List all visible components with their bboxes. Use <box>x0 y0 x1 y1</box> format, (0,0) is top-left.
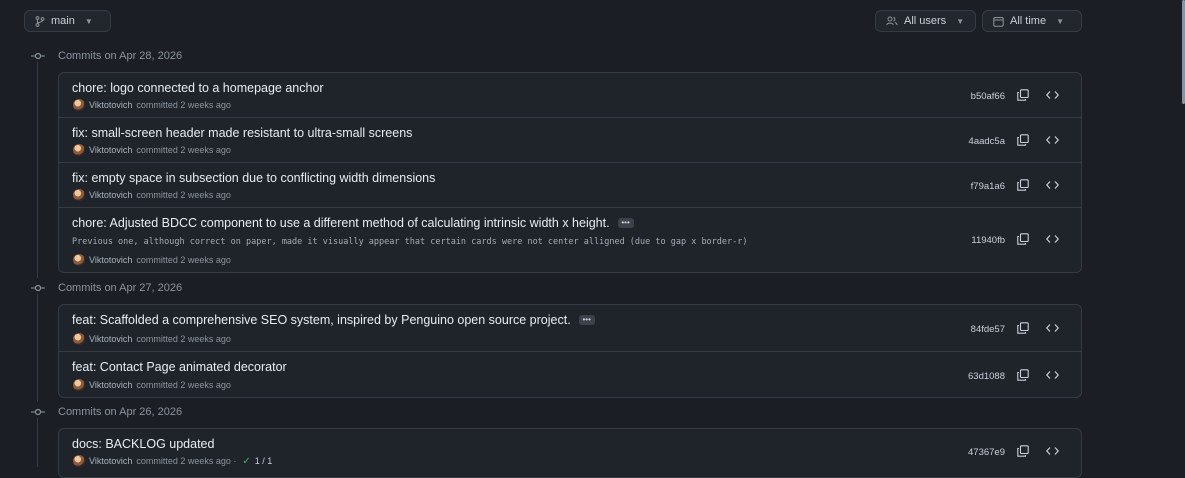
copy-icon[interactable] <box>1013 365 1033 385</box>
commit-sha-link[interactable]: b50af66 <box>971 91 1005 102</box>
timeline-connector <box>37 62 38 278</box>
code-icon[interactable] <box>1042 85 1062 105</box>
commit-title-link[interactable]: chore: Adjusted BDCC component to use a … <box>72 216 610 230</box>
commit-meta: Viktotovich committed 2 weeks ago <box>73 144 231 156</box>
commit-sha-link[interactable]: 4aadc5a <box>969 136 1005 147</box>
timeline-connector <box>37 294 38 402</box>
chevron-down-icon: ▼ <box>956 16 965 26</box>
code-icon[interactable] <box>1042 365 1062 385</box>
copy-icon[interactable] <box>1013 175 1033 195</box>
copy-icon[interactable] <box>1013 130 1033 150</box>
commit-row[interactable]: feat: Scaffolded a comprehensive SEO sys… <box>59 305 1081 352</box>
git-commit-icon <box>30 282 46 294</box>
commit-sha-link[interactable]: 11940fb <box>971 235 1005 246</box>
avatar[interactable] <box>73 189 85 201</box>
commit-sha-link[interactable]: 63d1088 <box>968 371 1005 382</box>
commit-author-link[interactable]: Viktotovich <box>89 334 132 344</box>
expand-description-button[interactable]: ••• <box>578 315 595 325</box>
code-icon[interactable] <box>1042 130 1062 150</box>
commit-row[interactable]: chore: Adjusted BDCC component to use a … <box>59 208 1081 272</box>
users-filter-label: All users <box>904 15 947 27</box>
commit-sha-link[interactable]: f79a1a6 <box>971 181 1005 192</box>
commit-list: chore: logo connected to a homepage anch… <box>58 72 1082 273</box>
commit-meta: Viktotovich committed 2 weeks ago <box>73 189 231 201</box>
code-icon[interactable] <box>1042 229 1062 249</box>
commit-time: committed 2 weeks ago <box>136 334 231 344</box>
commit-title-link[interactable]: fix: small-screen header made resistant … <box>72 126 412 140</box>
avatar[interactable] <box>73 99 85 111</box>
commit-group-date: Commits on Apr 26, 2026 <box>58 406 183 418</box>
branch-selector-button[interactable]: main ▼ <box>24 10 111 32</box>
commit-time: committed 2 weeks ago <box>136 100 231 110</box>
commit-time: committed 2 weeks ago <box>136 145 231 155</box>
commits-toolbar: main ▼ All users ▼ All time ▼ <box>0 0 1185 44</box>
commit-meta: Viktotovich committed 2 weeks ago · ✓ 1 … <box>73 455 272 467</box>
branch-label: main <box>51 15 75 27</box>
copy-icon[interactable] <box>1013 441 1033 461</box>
commit-group-header: Commits on Apr 27, 2026 <box>30 282 182 294</box>
commit-meta: Viktotovich committed 2 weeks ago <box>73 333 231 345</box>
code-icon[interactable] <box>1042 441 1062 461</box>
commit-sha-link[interactable]: 84fde57 <box>971 324 1005 335</box>
commit-author-link[interactable]: Viktotovich <box>89 100 132 110</box>
copy-icon[interactable] <box>1013 229 1033 249</box>
commit-row[interactable]: fix: small-screen header made resistant … <box>59 118 1081 163</box>
users-filter-button[interactable]: All users ▼ <box>875 10 976 32</box>
commit-title-link[interactable]: feat: Contact Page animated decorator <box>72 360 287 374</box>
time-filter-button[interactable]: All time ▼ <box>982 10 1082 32</box>
avatar[interactable] <box>73 333 85 345</box>
avatar[interactable] <box>73 144 85 156</box>
commit-group-date: Commits on Apr 27, 2026 <box>58 282 183 294</box>
calendar-icon <box>993 16 1004 27</box>
chevron-down-icon: ▼ <box>1056 16 1064 26</box>
chevron-down-icon: ▼ <box>84 16 93 26</box>
code-icon[interactable] <box>1042 175 1062 195</box>
copy-icon[interactable] <box>1013 318 1033 338</box>
time-filter-label: All time <box>1010 15 1047 27</box>
git-commit-icon <box>30 50 46 62</box>
commit-title-link[interactable]: docs: BACKLOG updated <box>72 437 214 451</box>
commit-author-link[interactable]: Viktotovich <box>89 255 132 265</box>
avatar[interactable] <box>73 455 85 467</box>
commit-description: Previous one, although correct on paper,… <box>72 237 748 247</box>
commit-sha-link[interactable]: 47367e9 <box>968 447 1005 458</box>
commit-time: committed 2 weeks ago <box>136 255 231 265</box>
commit-meta: Viktotovich committed 2 weeks ago <box>73 254 231 266</box>
commit-row[interactable]: docs: BACKLOG updated Viktotovich commit… <box>59 429 1081 477</box>
commit-list: docs: BACKLOG updated Viktotovich commit… <box>58 428 1082 478</box>
commit-group-header: Commits on Apr 26, 2026 <box>30 406 182 418</box>
commit-author-link[interactable]: Viktotovich <box>89 456 132 466</box>
avatar[interactable] <box>73 254 85 266</box>
commit-time: committed 2 weeks ago <box>136 380 231 390</box>
copy-icon[interactable] <box>1013 85 1033 105</box>
commit-group-header: Commits on Apr 28, 2026 <box>30 50 182 62</box>
git-branch-icon <box>35 15 45 27</box>
commit-meta: Viktotovich committed 2 weeks ago <box>73 99 231 111</box>
expand-description-button[interactable]: ••• <box>617 218 634 228</box>
commit-meta: Viktotovich committed 2 weeks ago <box>73 379 231 391</box>
checks-status-link[interactable]: 1 / 1 <box>255 456 273 466</box>
commit-list: feat: Scaffolded a comprehensive SEO sys… <box>58 304 1082 398</box>
commit-row[interactable]: chore: logo connected to a homepage anch… <box>59 73 1081 118</box>
git-commit-icon <box>30 406 46 418</box>
commit-title-link[interactable]: chore: logo connected to a homepage anch… <box>72 81 324 95</box>
commit-row[interactable]: fix: empty space in subsection due to co… <box>59 163 1081 208</box>
commit-time: committed 2 weeks ago · <box>136 456 237 466</box>
commit-author-link[interactable]: Viktotovich <box>89 190 132 200</box>
commit-title-link[interactable]: fix: empty space in subsection due to co… <box>72 171 435 185</box>
commit-title-link[interactable]: feat: Scaffolded a comprehensive SEO sys… <box>72 313 571 327</box>
commit-author-link[interactable]: Viktotovich <box>89 380 132 390</box>
avatar[interactable] <box>73 379 85 391</box>
people-icon <box>886 16 898 26</box>
commit-group-date: Commits on Apr 28, 2026 <box>58 50 183 62</box>
commit-time: committed 2 weeks ago <box>136 190 231 200</box>
check-icon[interactable]: ✓ <box>242 456 250 467</box>
timeline-connector <box>37 418 38 467</box>
code-icon[interactable] <box>1042 318 1062 338</box>
commit-author-link[interactable]: Viktotovich <box>89 145 132 155</box>
commit-row[interactable]: feat: Contact Page animated decorator Vi… <box>59 352 1081 397</box>
